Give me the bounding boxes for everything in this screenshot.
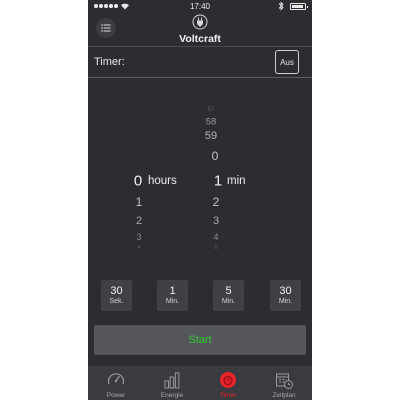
minute-option[interactable]: 3 [213, 215, 219, 227]
calendar-clock-icon [276, 373, 293, 389]
hour-option[interactable]: 1 [136, 195, 143, 209]
start-button[interactable]: Start [94, 325, 306, 355]
tab-energie[interactable]: Energie [144, 368, 200, 400]
preset-value: 30 [110, 285, 123, 297]
minute-option[interactable]: 4 [213, 232, 218, 242]
battery-icon [290, 3, 308, 10]
app-title: Voltcraft [179, 33, 221, 45]
tab-label: Power [106, 392, 126, 399]
app-screen: 17:40 Voltcraft Timer: Aus 57 58 59 0 0 … [88, 0, 312, 400]
hours-unit-label: hours [148, 175, 177, 187]
time-picker[interactable]: 57 58 59 0 0 1 hours min 1 2 2 3 3 4 4 5 [88, 100, 312, 260]
hour-option[interactable]: 2 [136, 215, 142, 227]
preset-30-min-button[interactable]: 30 Min. [270, 280, 301, 311]
gauge-icon [107, 373, 125, 385]
preset-value: 5 [225, 285, 232, 297]
preset-unit: Min. [221, 298, 236, 305]
list-icon [101, 24, 111, 32]
preset-value: 30 [279, 285, 292, 297]
timer-toggle-button[interactable]: Aus [275, 50, 299, 74]
tab-label: Zeitplan [272, 392, 296, 399]
preset-unit: Sek. [109, 298, 124, 305]
minutes-unit-label: min [227, 175, 246, 187]
timer-row: Timer: Aus [88, 46, 312, 78]
hour-option[interactable]: 3 [136, 232, 141, 242]
plug-icon [192, 14, 208, 30]
stopwatch-icon [220, 372, 236, 388]
tab-zeitplan[interactable]: Zeitplan [256, 368, 312, 400]
minute-option[interactable]: 59 [205, 130, 217, 142]
minute-option[interactable]: 57 [208, 107, 215, 113]
app-header: Voltcraft [88, 14, 312, 46]
preset-1-min-button[interactable]: 1 Min. [157, 280, 188, 311]
status-bar: 17:40 [88, 0, 312, 14]
preset-unit: Min. [165, 298, 180, 305]
preset-30-sek-button[interactable]: 30 Sek. [101, 280, 132, 311]
tab-bar: Power Energie Timer Zeitplan [88, 366, 312, 400]
minute-option[interactable]: 58 [206, 117, 217, 128]
bar-chart-icon [164, 372, 180, 389]
preset-5-min-button[interactable]: 5 Min. [213, 280, 244, 311]
hour-option[interactable]: 4 [137, 245, 140, 251]
tab-label: Timer [219, 392, 237, 399]
hours-selected-value[interactable]: 0 [134, 173, 142, 190]
minute-option[interactable]: 2 [213, 195, 220, 209]
minute-option[interactable]: 5 [214, 245, 217, 251]
minutes-selected-value[interactable]: 1 [214, 173, 222, 190]
tab-label: Energie [160, 392, 184, 399]
preset-buttons: 30 Sek. 1 Min. 5 Min. 30 Min. [88, 280, 312, 312]
timer-label: Timer: [94, 56, 125, 68]
tab-timer[interactable]: Timer [200, 368, 256, 400]
preset-value: 1 [169, 285, 176, 297]
minute-option[interactable]: 0 [212, 149, 219, 163]
preset-unit: Min. [278, 298, 293, 305]
tab-power[interactable]: Power [88, 368, 144, 400]
bluetooth-icon [278, 1, 284, 11]
